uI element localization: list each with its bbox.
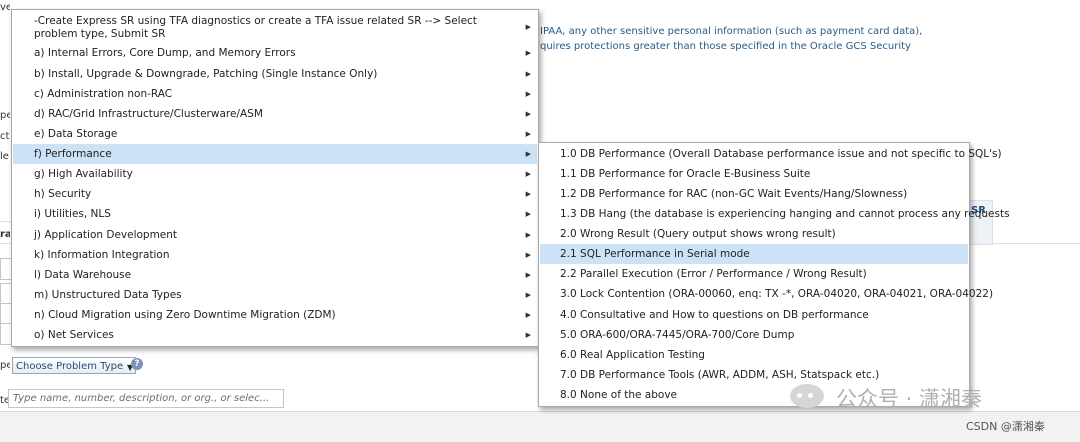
chevron-right-icon: ▶ xyxy=(525,110,531,118)
submenu-item-label: 2.0 Wrong Result (Query output shows wro… xyxy=(560,228,836,240)
menu-item-label: e) Data Storage xyxy=(34,128,118,140)
search-input[interactable] xyxy=(8,389,284,408)
wechat-icon xyxy=(790,384,824,408)
menu-item-unstructured-data[interactable]: m) Unstructured Data Types ▶ xyxy=(13,285,537,305)
problem-type-label: Choose Problem Type xyxy=(16,361,124,372)
menu-item-label: n) Cloud Migration using Zero Downtime M… xyxy=(34,309,336,321)
submenu-item-label: 8.0 None of the above xyxy=(560,389,677,401)
menu-item-label: i) Utilities, NLS xyxy=(34,208,111,220)
submenu-item-label: 1.1 DB Performance for Oracle E-Business… xyxy=(560,168,811,180)
submenu-item-perf-tools[interactable]: 7.0 DB Performance Tools (AWR, ADDM, ASH… xyxy=(540,365,968,385)
chevron-right-icon: ▶ xyxy=(525,90,531,98)
menu-item-tfa-express-sr[interactable]: -Create Express SR using TFA diagnostics… xyxy=(13,11,537,45)
submenu-item-label: 5.0 ORA-600/ORA-7445/ORA-700/Core Dump xyxy=(560,329,795,341)
submenu-item-label: 2.1 SQL Performance in Serial mode xyxy=(560,248,750,260)
menu-item-label: a) Internal Errors, Core Dump, and Memor… xyxy=(34,47,296,59)
menu-item-label: o) Net Services xyxy=(34,329,114,341)
menu-item-label: h) Security xyxy=(34,188,92,200)
chevron-right-icon: ▶ xyxy=(525,130,531,138)
chevron-right-icon: ▶ xyxy=(525,231,531,239)
notice-line-1: IPAA, any other sensitive personal infor… xyxy=(540,26,923,37)
watermark-text: 公众号 · 潇湘秦 xyxy=(836,387,983,411)
menu-item-label: l) Data Warehouse xyxy=(34,269,132,281)
submenu-item-lock-contention[interactable]: 3.0 Lock Contention (ORA-00060, enq: TX … xyxy=(540,284,993,304)
left-label-fragment: pe xyxy=(0,110,10,121)
bottom-bar xyxy=(0,411,1080,442)
chevron-right-icon: ▶ xyxy=(525,210,531,218)
submenu-item-label: 1.2 DB Performance for RAC (non-GC Wait … xyxy=(560,188,908,200)
submenu-item-real-app-testing[interactable]: 6.0 Real Application Testing xyxy=(540,345,968,365)
chevron-right-icon: ▶ xyxy=(525,49,531,57)
menu-item-information-integration[interactable]: k) Information Integration ▶ xyxy=(13,245,537,265)
menu-item-rac-grid[interactable]: d) RAC/Grid Infrastructure/Clusterware/A… xyxy=(13,104,537,124)
credit-text: CSDN @潇湘秦 xyxy=(966,420,1045,433)
menu-item-application-development[interactable]: j) Application Development ▶ xyxy=(13,225,537,245)
submenu-item-wrong-result[interactable]: 2.0 Wrong Result (Query output shows wro… xyxy=(540,224,968,244)
notice-line-2: quires protections greater than those sp… xyxy=(540,41,911,52)
chevron-right-icon: ▶ xyxy=(525,23,531,31)
menu-item-utilities-nls[interactable]: i) Utilities, NLS ▶ xyxy=(13,204,537,224)
submenu-item-label: 1.0 DB Performance (Overall Database per… xyxy=(560,148,1002,160)
submenu-item-label: 3.0 Lock Contention (ORA-00060, enq: TX … xyxy=(560,288,994,300)
submenu-item-label: 4.0 Consultative and How to questions on… xyxy=(560,309,869,321)
submenu-item-label: 1.3 DB Hang (the database is experiencin… xyxy=(560,208,1010,220)
chevron-right-icon: ▶ xyxy=(525,190,531,198)
problem-type-menu: -Create Express SR using TFA diagnostics… xyxy=(11,9,539,347)
left-label-fragment: ra xyxy=(0,229,10,240)
submenu-item-label: 2.2 Parallel Execution (Error / Performa… xyxy=(560,268,867,280)
problem-type-dropdown[interactable]: Choose Problem Type ▼ xyxy=(12,357,137,374)
submenu-item-db-performance[interactable]: 1.0 DB Performance (Overall Database per… xyxy=(540,144,1002,164)
chevron-right-icon: ▶ xyxy=(525,251,531,259)
menu-item-label: k) Information Integration xyxy=(34,249,170,261)
chevron-right-icon: ▶ xyxy=(525,70,531,78)
menu-item-administration[interactable]: c) Administration non-RAC ▶ xyxy=(13,84,537,104)
menu-item-high-availability[interactable]: g) High Availability ▶ xyxy=(13,164,537,184)
chevron-right-icon: ▶ xyxy=(525,271,531,279)
menu-item-label: m) Unstructured Data Types xyxy=(34,289,182,301)
chevron-right-icon: ▶ xyxy=(525,170,531,178)
menu-item-data-storage[interactable]: e) Data Storage ▶ xyxy=(13,124,537,144)
chevron-right-icon: ▶ xyxy=(525,311,531,319)
submenu-item-rac-performance[interactable]: 1.2 DB Performance for RAC (non-GC Wait … xyxy=(540,184,968,204)
left-label-fragment: ve xyxy=(0,2,10,13)
submenu-item-sql-serial[interactable]: 2.1 SQL Performance in Serial mode xyxy=(540,244,968,264)
performance-submenu: 1.0 DB Performance (Overall Database per… xyxy=(538,142,1010,407)
submenu-item-parallel-execution[interactable]: 2.2 Parallel Execution (Error / Performa… xyxy=(540,264,968,284)
menu-item-net-services[interactable]: o) Net Services ▶ xyxy=(13,325,537,345)
menu-item-label: d) RAC/Grid Infrastructure/Clusterware/A… xyxy=(34,108,263,120)
menu-item-internal-errors[interactable]: a) Internal Errors, Core Dump, and Memor… xyxy=(13,43,537,63)
chevron-right-icon: ▶ xyxy=(525,150,531,158)
chevron-right-icon: ▶ xyxy=(525,291,531,299)
menu-item-label: g) High Availability xyxy=(34,168,133,180)
menu-item-label: f) Performance xyxy=(34,148,112,160)
left-label-fragment: pe xyxy=(0,360,10,371)
submenu-item-label: 7.0 DB Performance Tools (AWR, ADDM, ASH… xyxy=(560,369,880,381)
left-label-fragment: le xyxy=(0,151,9,162)
left-label-fragment: ct xyxy=(0,131,10,142)
menu-item-data-warehouse[interactable]: l) Data Warehouse ▶ xyxy=(13,265,537,285)
menu-item-label: b) Install, Upgrade & Downgrade, Patchin… xyxy=(34,68,378,80)
submenu-item-ebs-performance[interactable]: 1.1 DB Performance for Oracle E-Business… xyxy=(540,164,968,184)
submenu-item-ora-600[interactable]: 5.0 ORA-600/ORA-7445/ORA-700/Core Dump xyxy=(540,325,968,345)
help-icon[interactable]: ? xyxy=(131,358,143,370)
submenu-item-db-hang[interactable]: 1.3 DB Hang (the database is experiencin… xyxy=(540,204,1010,224)
menu-item-install-upgrade[interactable]: b) Install, Upgrade & Downgrade, Patchin… xyxy=(13,64,537,84)
menu-item-label: j) Application Development xyxy=(34,229,178,241)
menu-item-performance[interactable]: f) Performance ▶ xyxy=(13,144,537,164)
menu-item-cloud-migration[interactable]: n) Cloud Migration using Zero Downtime M… xyxy=(13,305,537,325)
menu-item-label: c) Administration non-RAC xyxy=(34,88,173,100)
menu-item-label: -Create Express SR using TFA diagnostics… xyxy=(34,15,477,40)
submenu-item-consultative[interactable]: 4.0 Consultative and How to questions on… xyxy=(540,305,968,325)
chevron-right-icon: ▶ xyxy=(525,331,531,339)
menu-item-security[interactable]: h) Security ▶ xyxy=(13,184,537,204)
submenu-item-label: 6.0 Real Application Testing xyxy=(560,349,705,361)
